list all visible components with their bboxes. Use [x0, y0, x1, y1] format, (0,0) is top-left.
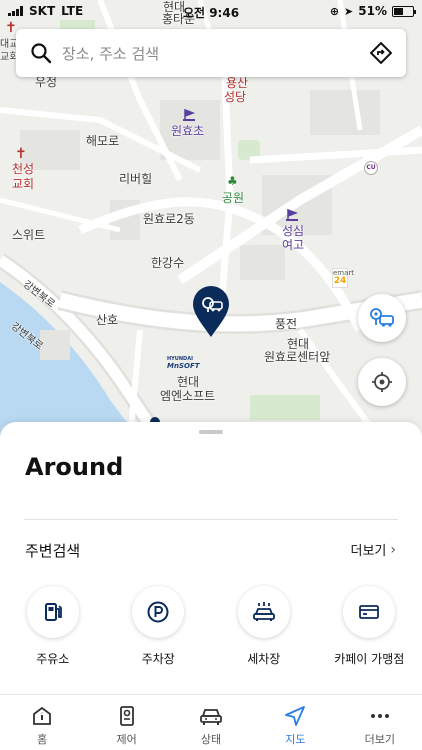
map-label: 풍전 — [275, 317, 298, 331]
location-services-icon: ➤ — [344, 4, 354, 18]
parking-icon — [132, 586, 185, 638]
emart24-logo: emart 24 — [332, 268, 355, 288]
map-label: 한강수 — [151, 256, 185, 270]
tab-map[interactable]: 지도 — [253, 695, 337, 750]
tab-control[interactable]: 제어 — [84, 695, 168, 750]
map-label: 용산 — [226, 76, 249, 90]
card-payment-icon — [343, 586, 396, 638]
gas-station-icon — [26, 586, 79, 638]
school-flag-icon — [286, 206, 299, 221]
battery-icon — [392, 5, 416, 17]
battery-percent: 51% — [358, 4, 387, 18]
category-card-payment[interactable]: 카페이 가맹점 — [317, 586, 422, 667]
category-label: 주유소 — [36, 652, 70, 666]
church-cross-icon: ✝ — [5, 20, 17, 36]
map-label: 원효로센터앞 — [264, 350, 331, 364]
car-delivery-icon — [370, 308, 394, 327]
lock-rotation-icon: ⊕ — [329, 4, 340, 18]
my-location-button[interactable] — [358, 358, 406, 406]
tab-status[interactable]: 상태 — [169, 695, 253, 750]
home-icon — [30, 704, 54, 728]
park-tree-icon: ♣ — [227, 174, 238, 188]
map-label: 성심 — [282, 224, 305, 238]
category-label: 주차장 — [141, 652, 175, 666]
directions-icon[interactable] — [370, 42, 392, 64]
bottom-tab-bar: 홈 제어 상태 지도 더보기 — [0, 694, 422, 750]
car-wash-icon — [237, 586, 290, 638]
category-list: 주유소 주차장 세차장 카페이 가맹점 — [0, 586, 422, 667]
search-icon — [31, 43, 52, 64]
map-label: 현대 — [177, 375, 200, 389]
my-location-icon — [372, 372, 392, 392]
map-label: 원효로2동 — [143, 212, 195, 226]
search-bar[interactable]: 장소, 주소 검색 — [16, 29, 406, 77]
map-label: 성당 — [224, 90, 247, 104]
tab-label: 홈 — [37, 733, 48, 746]
more-label: 더보기 — [350, 544, 387, 559]
more-dots-icon — [368, 704, 392, 728]
map-label: 공원 — [222, 191, 245, 205]
car-status-icon — [199, 704, 223, 728]
more-button[interactable]: 더보기 › — [350, 540, 397, 560]
remote-control-icon — [115, 704, 139, 728]
navigation-arrow-icon — [283, 704, 307, 728]
map-label: 스위트 — [12, 228, 46, 242]
tab-more[interactable]: 더보기 — [338, 695, 422, 750]
map-label: 현대 — [287, 337, 310, 351]
category-label: 카페이 가맹점 — [334, 652, 405, 666]
hyundai-mnsoft-logo: HYUNDAI MnSOFT — [167, 356, 200, 370]
sheet-drag-handle[interactable] — [199, 430, 223, 434]
tab-home[interactable]: 홈 — [0, 695, 84, 750]
nearby-search-title: 주변검색 — [25, 542, 81, 560]
cu-store-logo: CU — [364, 161, 378, 175]
category-label: 세차장 — [247, 652, 281, 666]
map-label: 엠엔소프트 — [160, 389, 216, 403]
map-label: 여고 — [282, 238, 305, 252]
car-delivery-button[interactable] — [358, 294, 406, 342]
sheet-title: Around — [25, 453, 124, 481]
map-label: 산호 — [96, 313, 119, 327]
map-label: 원효초 — [171, 124, 205, 138]
divider — [24, 519, 398, 520]
chevron-right-icon: › — [390, 541, 396, 558]
map-label: 리버힐 — [119, 172, 153, 186]
search-input[interactable]: 장소, 주소 검색 — [62, 43, 370, 64]
map-label: 우정 — [35, 75, 58, 89]
around-sheet: Around 주변검색 더보기 › 주유소 주차장 세차장 카페이 가맹점 — [0, 422, 422, 694]
tab-label: 제어 — [116, 733, 137, 746]
status-bar: SKT LTE 오전 9:46 ⊕ ➤ 51% — [0, 0, 422, 22]
school-flag-icon — [183, 106, 196, 121]
map-label: 천성 — [12, 162, 35, 176]
location-marker[interactable] — [192, 286, 230, 338]
tab-label: 더보기 — [364, 733, 396, 746]
category-gas-station[interactable]: 주유소 — [0, 586, 106, 667]
church-cross-icon: ✝ — [15, 146, 27, 162]
category-car-wash[interactable]: 세차장 — [211, 586, 317, 667]
category-parking[interactable]: 주차장 — [106, 586, 212, 667]
tab-label: 상태 — [200, 733, 222, 746]
map-label: 교회 — [12, 177, 35, 191]
tab-label: 지도 — [285, 733, 306, 746]
map-label: 해모로 — [86, 134, 120, 148]
